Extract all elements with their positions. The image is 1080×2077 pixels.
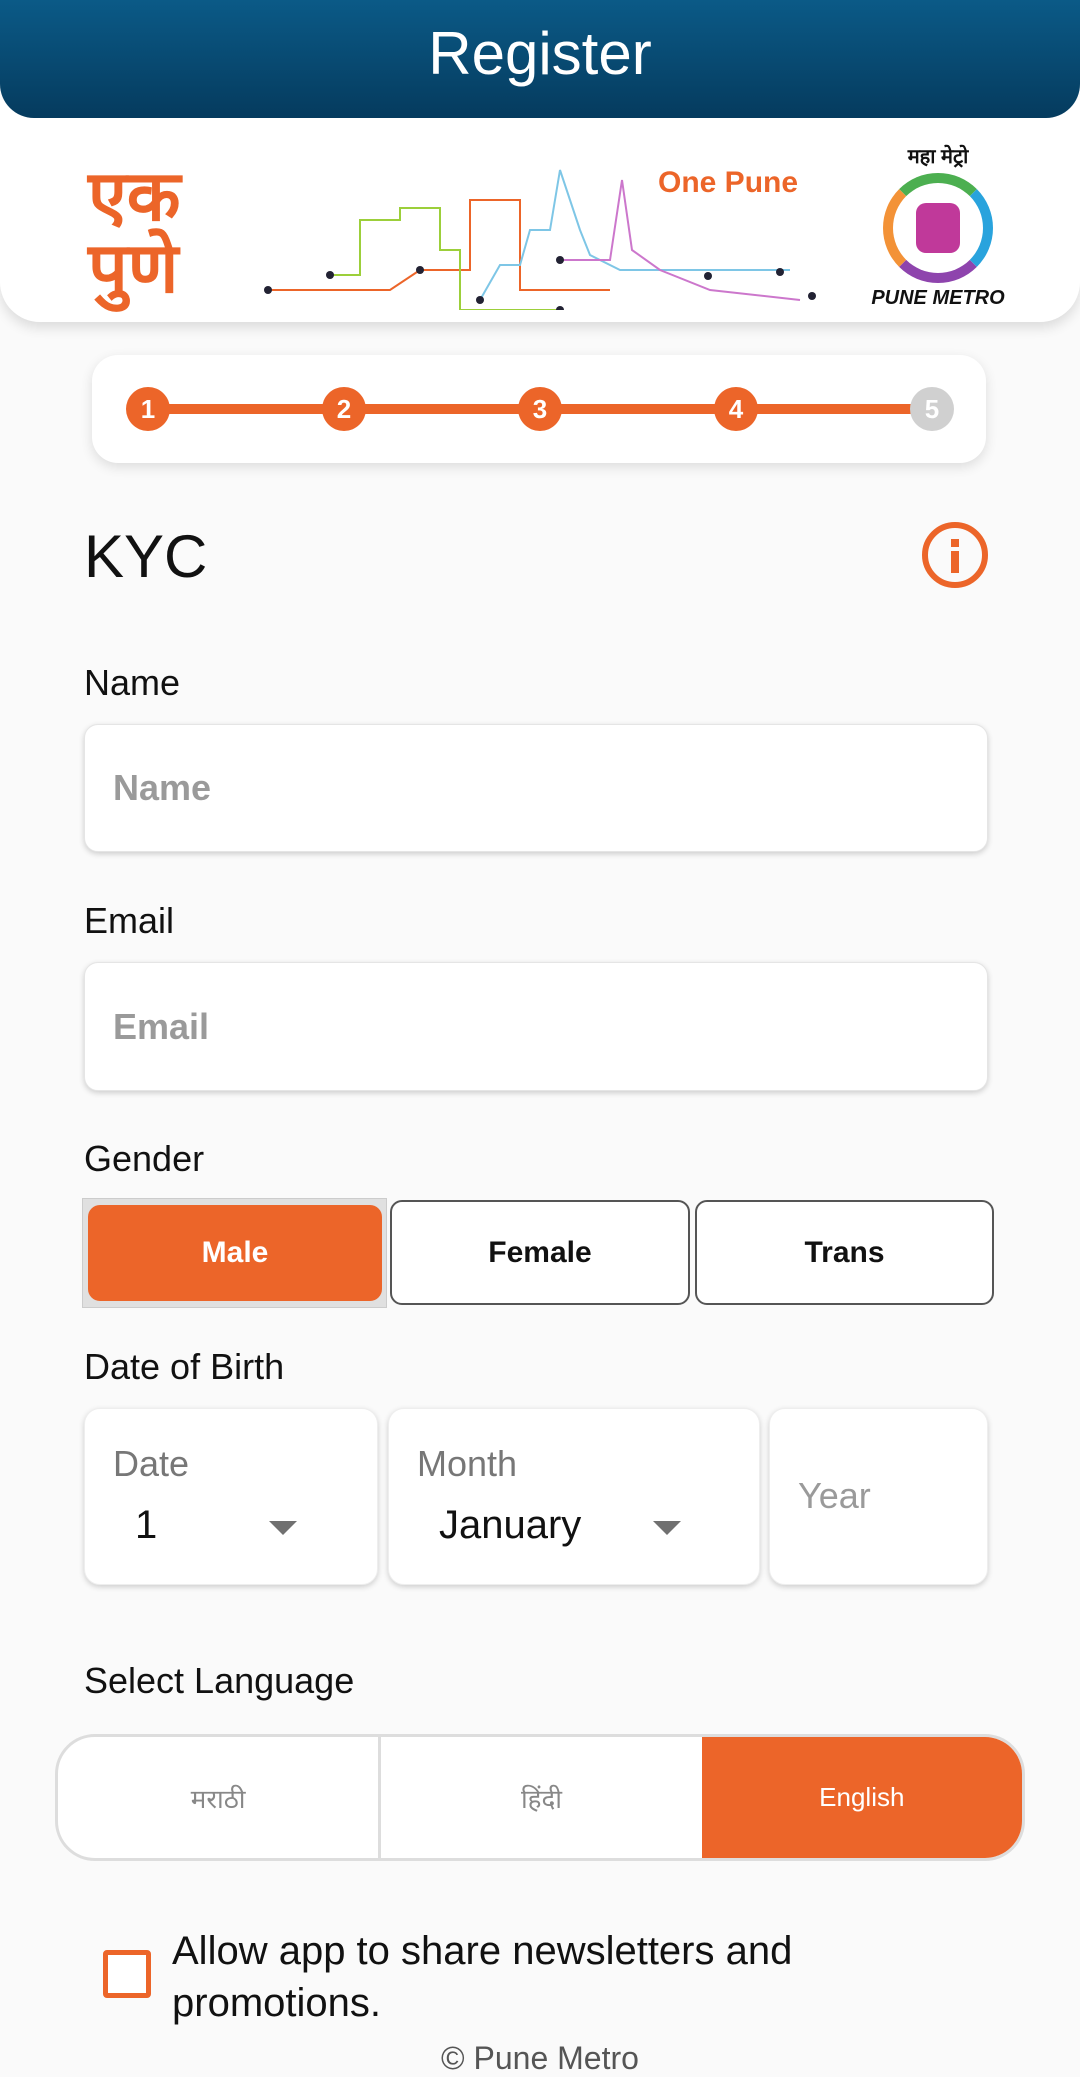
pune-metro-text: PUNE METRO: [871, 287, 1005, 309]
logo-banner: एक पुणे One Pune महा मेट्रो PUNE METRO: [0, 100, 1080, 322]
chevron-down-icon: [653, 1521, 681, 1535]
section-title: KYC: [84, 523, 208, 590]
language-english-option[interactable]: English: [701, 1737, 1022, 1858]
progress-stepper: 1 2 3 4 5: [92, 355, 986, 463]
step-1: 1: [126, 387, 170, 431]
maha-metro-text: महा मेट्रो: [907, 146, 969, 168]
language-label: Select Language: [84, 1660, 355, 1701]
month-label: Month: [417, 1443, 518, 1484]
email-input[interactable]: Email: [84, 962, 988, 1091]
year-placeholder: Year: [798, 1475, 871, 1516]
language-hindi-option[interactable]: हिंदी: [381, 1737, 701, 1858]
month-dropdown[interactable]: Month January: [388, 1408, 760, 1585]
step-5: 5: [910, 387, 954, 431]
language-marathi-option[interactable]: मराठी: [58, 1737, 382, 1858]
name-input[interactable]: Name: [84, 724, 988, 852]
ek-pune-logo: एक पुणे: [88, 157, 181, 307]
gender-male-button[interactable]: Male: [88, 1205, 382, 1301]
pune-metro-logo: महा मेट्रो PUNE METRO: [868, 142, 1008, 312]
date-value: 1: [135, 1503, 158, 1547]
newsletter-checkbox[interactable]: [103, 1950, 151, 1998]
metro-train-icon: [883, 173, 993, 283]
date-dropdown[interactable]: Date 1: [84, 1408, 378, 1585]
step-3: 3: [518, 387, 562, 431]
info-circle-icon[interactable]: [920, 520, 990, 590]
newsletter-label: Allow app to share newsletters and promo…: [172, 1929, 793, 2025]
one-pune-tagline: One Pune: [658, 166, 799, 199]
footer-copyright: © Pune Metro: [441, 2040, 639, 2076]
chevron-down-icon: [269, 1521, 297, 1535]
year-input[interactable]: Year: [769, 1408, 988, 1585]
gender-trans-button[interactable]: Trans: [695, 1200, 994, 1305]
language-selector: मराठी हिंदी English: [55, 1734, 1025, 1861]
email-label: Email: [84, 900, 175, 941]
gender-label: Gender: [84, 1138, 205, 1179]
dob-label: Date of Birth: [84, 1346, 285, 1387]
month-value: January: [439, 1503, 582, 1547]
page-title: Register: [428, 20, 652, 87]
date-label: Date: [113, 1443, 190, 1484]
step-2: 2: [322, 387, 366, 431]
step-4: 4: [714, 387, 758, 431]
app-header: Register: [0, 0, 1080, 118]
gender-female-button[interactable]: Female: [390, 1200, 690, 1305]
name-label: Name: [84, 662, 181, 703]
